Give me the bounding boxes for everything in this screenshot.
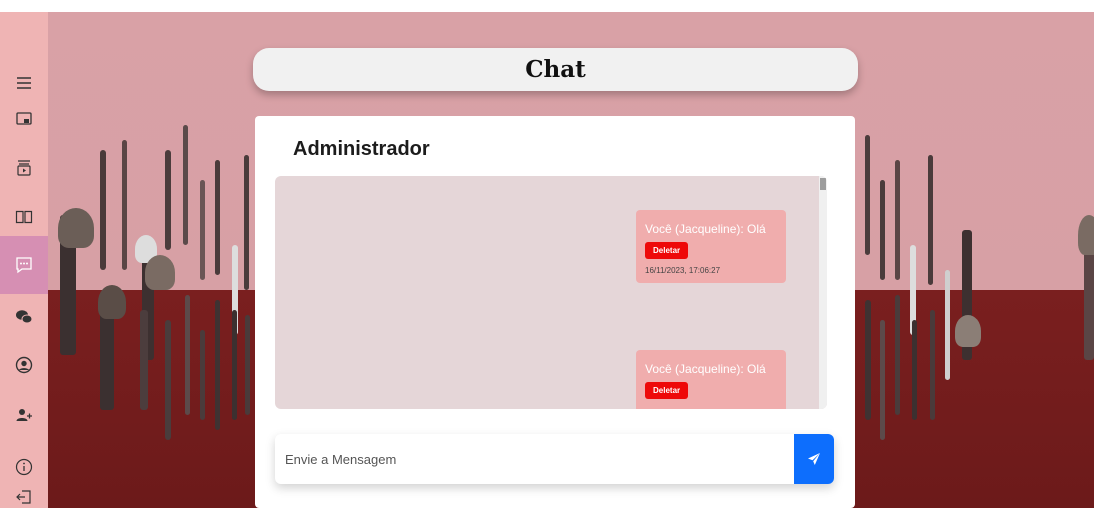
makeup-brush	[865, 300, 871, 420]
message-timestamp: 16/11/2023, 17:06:27	[645, 266, 721, 275]
sidebar	[0, 12, 48, 508]
makeup-brush	[895, 160, 900, 280]
makeup-brush	[165, 150, 171, 250]
scrollbar-thumb[interactable]	[820, 178, 826, 190]
makeup-brush	[928, 155, 933, 285]
makeup-brush	[945, 270, 950, 380]
page-title: Chat	[525, 56, 586, 83]
sidebar-item-logout[interactable]	[0, 482, 48, 508]
chat-icon	[16, 257, 32, 274]
video-icon	[17, 160, 31, 176]
makeup-brush	[245, 315, 250, 415]
makeup-brush	[930, 310, 935, 420]
makeup-brush	[895, 295, 900, 415]
menu-icon	[17, 77, 31, 89]
message-bubble: Você (Jacqueline): Olá Deletar	[636, 350, 786, 409]
monitor-icon	[16, 112, 32, 125]
message-list[interactable]: Você (Jacqueline): Olá Deletar 16/11/202…	[275, 176, 827, 409]
user-circle-icon	[15, 356, 33, 374]
message-bubble: Você (Jacqueline): Olá Deletar 16/11/202…	[636, 210, 786, 283]
delete-message-button[interactable]: Deletar	[645, 242, 689, 259]
makeup-brush	[880, 180, 885, 280]
paper-plane-icon	[808, 453, 820, 465]
makeup-brush	[183, 125, 188, 245]
makeup-brush	[232, 310, 237, 420]
sidebar-item-wechat[interactable]	[0, 292, 48, 342]
sidebar-item-video[interactable]	[0, 143, 48, 193]
info-icon	[15, 458, 33, 476]
sidebar-item-monitor[interactable]	[0, 94, 48, 144]
sidebar-item-profile[interactable]	[0, 340, 48, 390]
scrollbar[interactable]	[819, 176, 827, 409]
wechat-icon	[16, 310, 33, 324]
makeup-brush	[140, 310, 148, 410]
makeup-brush	[100, 150, 106, 270]
delete-message-button[interactable]: Deletar	[645, 382, 689, 399]
makeup-brush	[185, 295, 190, 415]
brush-head	[58, 208, 94, 248]
brush-head	[145, 255, 175, 290]
message-text: Você (Jacqueline): Olá	[645, 362, 766, 376]
makeup-brush	[244, 155, 249, 290]
makeup-brush	[215, 300, 220, 430]
makeup-brush	[122, 140, 127, 270]
makeup-brush	[165, 320, 171, 440]
message-input[interactable]	[275, 434, 795, 484]
message-text: Você (Jacqueline): Olá	[645, 222, 766, 236]
brush-head	[98, 285, 126, 319]
send-button[interactable]	[794, 434, 834, 484]
brush-head	[1078, 215, 1094, 255]
makeup-brush	[912, 320, 917, 420]
users-icon	[16, 409, 32, 421]
message-composer	[275, 434, 834, 484]
makeup-brush	[865, 135, 870, 255]
book-icon	[15, 210, 33, 224]
logout-icon	[16, 490, 31, 504]
makeup-brush	[200, 330, 205, 420]
chat-panel: Administrador Você (Jacqueline): Olá Del…	[255, 116, 855, 508]
makeup-brush	[200, 180, 205, 280]
makeup-brush	[215, 160, 220, 275]
sidebar-item-chat[interactable]	[0, 236, 48, 294]
brush-head	[955, 315, 981, 347]
makeup-brush	[880, 320, 885, 440]
sidebar-item-users[interactable]	[0, 390, 48, 440]
chat-header: Chat	[253, 48, 858, 91]
contact-name: Administrador	[293, 138, 430, 160]
sidebar-item-book[interactable]	[0, 192, 48, 242]
